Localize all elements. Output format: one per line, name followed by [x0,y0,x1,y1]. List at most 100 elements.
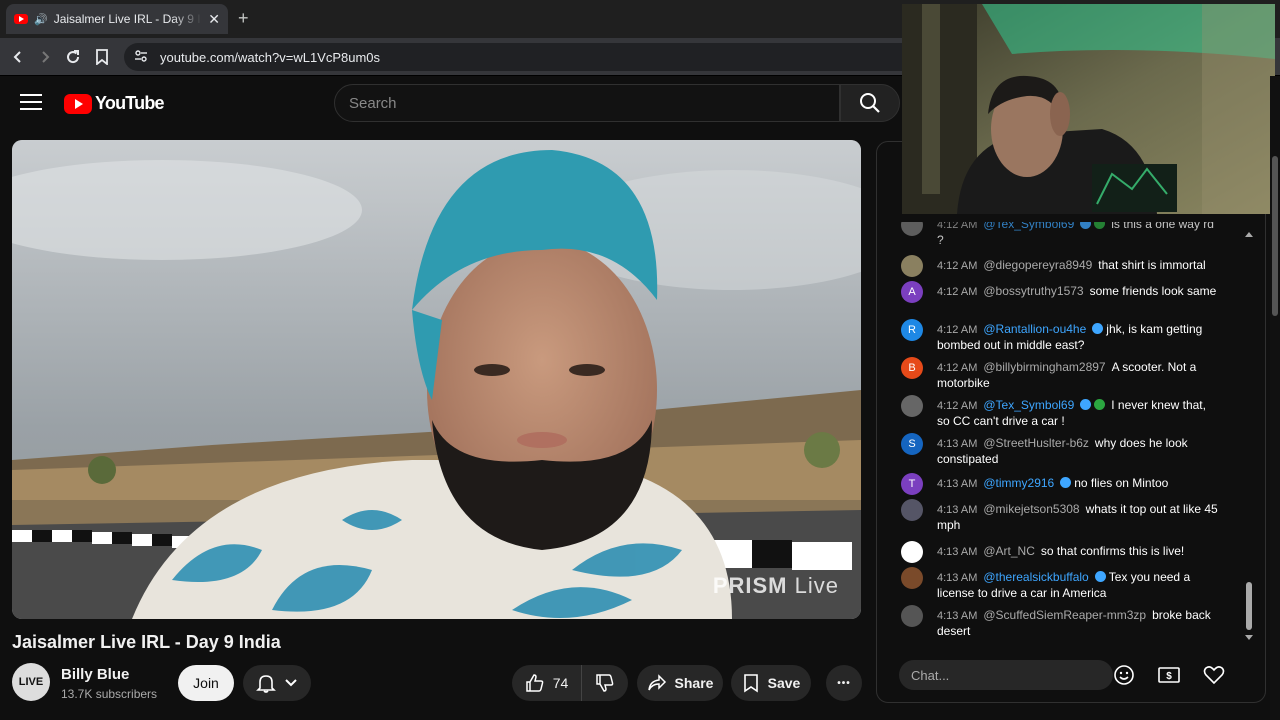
search-icon [860,93,880,113]
chat-author-avatar[interactable]: R [901,319,923,341]
chat-message-body: 4:12 AM @diegopereyra8949 that shirt is im… [937,258,1221,274]
browser-tab[interactable]: 🔊 Jaisalmer Live IRL - Day 9 India ✕ [6,4,228,34]
chat-message-body: 4:13 AM @StreetHuslter-b6z why does he loo… [937,436,1221,467]
chat-author-name[interactable]: @mikejetson5308 [983,502,1079,516]
speaker-icon[interactable]: 🔊 [34,13,48,26]
back-icon[interactable] [7,46,29,68]
close-tab-icon[interactable]: ✕ [208,11,220,28]
chat-timestamp: 4:13 AM [937,504,978,516]
new-tab-button[interactable]: + [238,8,249,29]
chat-timestamp: 4:12 AM [937,324,978,336]
chat-scrollbar[interactable] [1244,226,1254,642]
forward-icon[interactable] [34,46,56,68]
scroll-down-icon [1245,635,1253,640]
thumbs-down-icon [596,674,614,692]
member-badge-icon [1080,399,1092,410]
chat-author-avatar[interactable]: S [901,433,923,455]
like-dislike-group: 74 [512,665,628,701]
member-badge-icon [1092,323,1104,334]
chat-author-name[interactable]: @Art_NC [983,544,1035,558]
channel-name[interactable]: Billy Blue [61,666,129,683]
chat-author-avatar[interactable]: T [901,473,923,495]
chat-author-avatar[interactable] [901,499,923,521]
join-button[interactable]: Join [178,665,234,701]
chat-message-body: 4:13 AM @mikejetson5308 whats it top out a… [937,502,1221,533]
chat-timestamp: 4:13 AM [937,478,978,490]
site-info-icon[interactable] [134,49,148,66]
more-actions-button[interactable]: ••• [826,665,862,701]
member-badge-icon [1080,222,1092,229]
chat-author-avatar[interactable]: B [901,357,923,379]
chat-author-avatar[interactable] [901,605,923,627]
chat-message-text: that shirt is immortal [1098,258,1206,272]
subscriber-count: 13.7K subscribers [61,687,158,701]
chat-author-name[interactable]: @ScuffedSiemReaper-mm3zp [983,608,1146,622]
chat-timestamp: 4:12 AM [937,362,978,374]
youtube-logo[interactable]: YouTube [64,93,165,114]
chat-author-name[interactable]: @bossytruthy1573 [983,284,1083,298]
chat-message-body: 4:12 AM @bossytruthy1573 some friends look… [937,284,1221,300]
search-input[interactable]: Search [334,84,840,122]
thumbs-up-icon [525,674,544,692]
chat-author-avatar[interactable] [901,222,923,236]
member-badge-icon [1094,571,1106,582]
chat-author-avatar[interactable]: A [901,281,923,303]
chat-message-list[interactable]: 4:12 AM @Tex_Symbol69 is this a one way rd… [877,222,1245,642]
chat-author-name[interactable]: @therealsickbuffalo [983,570,1088,584]
chat-author-avatar[interactable] [901,567,923,589]
webcam-frame [902,4,1275,214]
chat-author-avatar[interactable] [901,255,923,277]
save-label: Save [767,675,801,691]
youtube-play-icon [64,93,92,114]
chat-author-name[interactable]: @billybirmingham2897 [983,360,1105,374]
chat-input[interactable]: Chat... [899,660,1113,690]
scroll-up-icon [1245,232,1253,237]
bell-icon [256,675,276,693]
channel-avatar[interactable]: LIVE [12,663,50,701]
heart-icon [1203,666,1225,685]
emoji-button[interactable] [1111,662,1137,688]
moderator-badge-icon [1094,399,1106,410]
superchat-button[interactable]: $ [1156,662,1182,688]
chat-message-text: no flies on Mintoo [1074,476,1169,490]
chat-author-name[interactable]: @StreetHuslter-b6z [983,436,1089,450]
chat-message-body: 4:12 AM @Rantallion-ou4he jhk, is kam gett… [937,322,1221,353]
chat-author-name[interactable]: @Tex_Symbol69 [983,222,1074,231]
prism-live-watermark: PRISM Live [712,573,839,598]
chat-author-avatar[interactable] [901,395,923,417]
chat-author-name[interactable]: @timmy2916 [983,476,1054,490]
search-button[interactable] [840,84,900,122]
channel-avatar-text: LIVE [18,676,44,688]
video-player[interactable]: PRISM Live [12,140,861,619]
page-scrollbar[interactable] [1270,76,1280,720]
heart-button[interactable] [1201,662,1227,688]
chat-timestamp: 4:13 AM [937,572,978,584]
like-button[interactable]: 74 [512,665,582,701]
chat-author-avatar[interactable] [901,541,923,563]
chat-message-body: 4:13 AM @Art_NC so that confirms this is l… [937,544,1221,560]
url-text[interactable]: youtube.com/watch?v=wL1VcP8um0s [160,50,380,65]
notification-button[interactable] [243,665,311,701]
chat-timestamp: 4:12 AM [937,286,978,298]
share-arrow-icon [647,674,666,691]
chevron-down-icon [285,679,297,687]
chat-message-text: some friends look same [1089,284,1217,298]
member-badge-icon [1060,477,1072,488]
dislike-button[interactable] [582,665,628,701]
chat-timestamp: 4:13 AM [937,610,978,622]
chat-author-name[interactable]: @diegopereyra8949 [983,258,1092,272]
chat-message-body: 4:13 AM @ScuffedSiemReaper-mm3zp broke bac… [937,608,1221,639]
tab-title: Jaisalmer Live IRL - Day 9 India [53,12,203,26]
chat-message-body: 4:12 AM @Tex_Symbol69 I never knew that, s… [937,398,1221,429]
chat-timestamp: 4:12 AM [937,222,978,231]
chat-timestamp: 4:12 AM [937,400,978,412]
chat-scroll-thumb[interactable] [1246,582,1252,630]
page-scroll-thumb[interactable] [1272,156,1278,316]
save-button[interactable]: Save [731,665,811,701]
share-button[interactable]: Share [637,665,723,701]
hamburger-menu-icon[interactable] [20,94,42,114]
chat-author-name[interactable]: @Rantallion-ou4he [983,322,1086,336]
chat-author-name[interactable]: @Tex_Symbol69 [983,398,1074,412]
reload-icon[interactable] [62,46,84,68]
bookmark-page-icon[interactable] [91,46,113,68]
